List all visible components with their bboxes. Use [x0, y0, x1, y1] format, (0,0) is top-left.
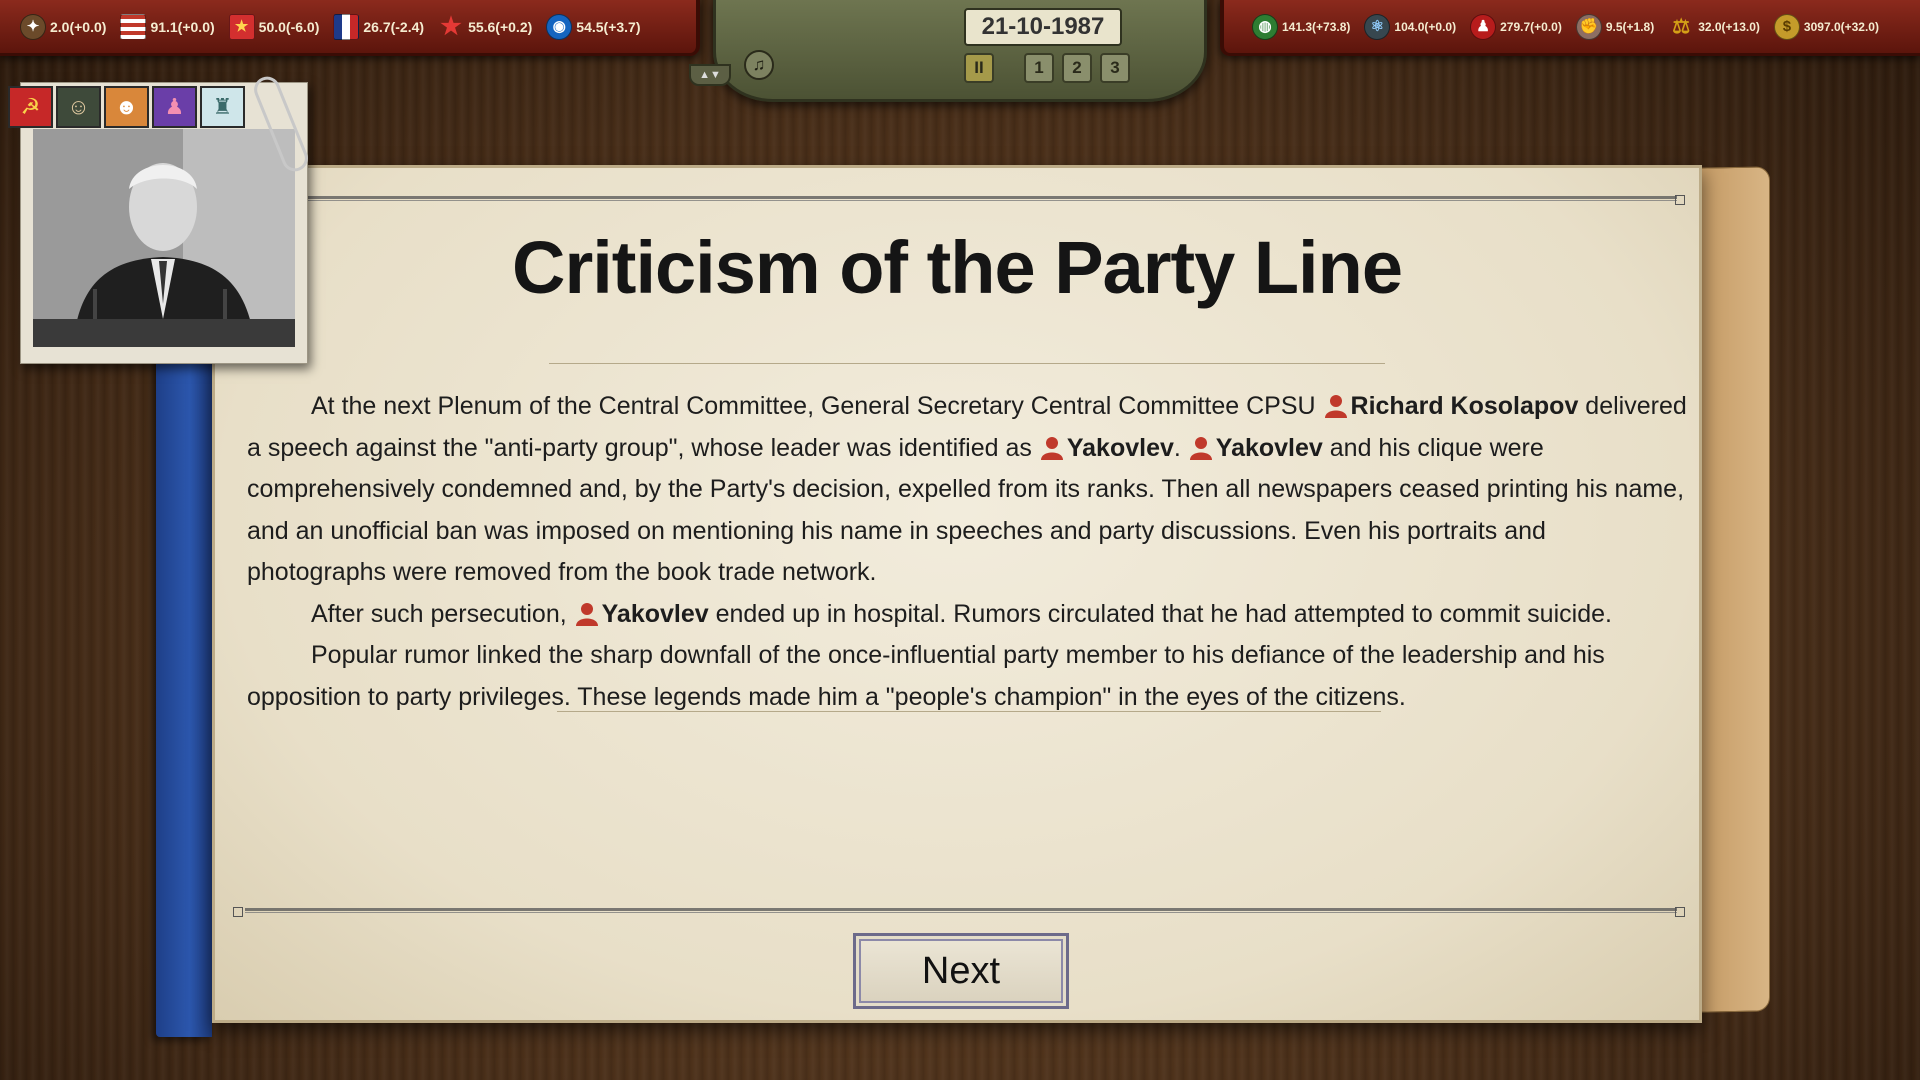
stat-science[interactable]: ⚛ 104.0(+0.0): [1364, 13, 1457, 40]
stat-value: 26.7(-2.4): [363, 18, 425, 35]
text: After such persecution,: [311, 599, 574, 628]
worker-cap-icon[interactable]: ☻: [104, 86, 149, 128]
stat-value: 54.5(+3.7): [576, 18, 641, 35]
world-icon: ◍: [1252, 13, 1278, 40]
speed-controls: II 1 2 3: [964, 51, 1130, 85]
pause-button[interactable]: II: [964, 53, 994, 83]
stat-world[interactable]: ◍ 141.3(+73.8): [1252, 13, 1351, 40]
next-button[interactable]: Next: [853, 933, 1069, 1009]
stat-money[interactable]: $3097.0(+32.0): [1773, 13, 1879, 40]
speed-1-button[interactable]: 1: [1024, 53, 1054, 83]
red-stamp-icon[interactable]: ☭: [8, 86, 53, 128]
music-icon[interactable]: ♫: [744, 50, 774, 80]
current-date: 21-10-1987: [964, 8, 1122, 46]
coins-icon: $: [1773, 13, 1800, 40]
stat-globe-badge[interactable]: ◉ 54.5(+3.7): [546, 13, 641, 40]
trait-icons: ☭ ☺ ☻ ♟ ♜: [8, 86, 245, 128]
stat-value: 104.0(+0.0): [1394, 19, 1457, 34]
collapse-arrow-icon[interactable]: ▲▼: [689, 64, 731, 86]
corner-ornament: [1675, 195, 1685, 205]
event-title: Criticism of the Party Line: [512, 226, 1403, 309]
corner-ornament: [1675, 907, 1685, 917]
paragraph-3: Popular rumor linked the sharp downfall …: [247, 641, 1605, 711]
stat-value: 9.5(+1.8): [1605, 19, 1655, 34]
person-icon: [575, 602, 598, 626]
text: .: [1173, 433, 1188, 462]
stat-value: 91.1(+0.0): [150, 18, 215, 35]
stat-china[interactable]: ★ 50.0(-6.0): [228, 13, 320, 40]
scales-icon: ⚖: [1672, 15, 1691, 38]
character-portrait: [33, 129, 295, 347]
eagle-icon: ✦: [20, 13, 46, 40]
person-icon: [1189, 436, 1212, 460]
speaker-photo: [33, 129, 295, 347]
paragraph-2: After such persecution, Yakovlev ended u…: [247, 594, 1687, 636]
person-icon: [1324, 395, 1347, 418]
book-back-cover: [1700, 166, 1770, 1013]
stat-value: 55.6(+0.2): [468, 18, 533, 35]
stat-eagle[interactable]: ✦ 2.0(+0.0): [20, 13, 107, 40]
event-page: Criticism of the Party Line At the next …: [212, 165, 1702, 1023]
globe-badge-icon: ◉: [546, 13, 573, 40]
stat-population[interactable]: ♟ 279.7(+0.0): [1470, 13, 1562, 40]
stat-value: 141.3(+73.8): [1282, 19, 1351, 34]
speed-2-button[interactable]: 2: [1062, 53, 1092, 83]
character-name[interactable]: Yakovlev: [602, 600, 709, 628]
character-name[interactable]: Yakovlev: [1067, 434, 1174, 462]
stat-value: 2.0(+0.0): [50, 18, 107, 35]
event-description: At the next Plenum of the Central Commit…: [247, 386, 1687, 718]
stat-fist[interactable]: ✊ 9.5(+1.8): [1575, 13, 1655, 40]
people-icon: ♟: [1470, 13, 1497, 40]
top-rule: [245, 196, 1677, 201]
bearded-man-icon[interactable]: ☺: [56, 86, 101, 128]
text: ended up in hospital. Rumors circulated …: [708, 599, 1612, 628]
character-name[interactable]: Richard Kosolapov: [1351, 392, 1579, 420]
text: At the next Plenum of the Central Commit…: [311, 392, 1323, 420]
corner-ornament: [233, 907, 243, 917]
speed-3-button[interactable]: 3: [1100, 53, 1130, 83]
bottom-rule: [245, 908, 1677, 913]
stat-value: 279.7(+0.0): [1500, 19, 1562, 34]
factory-icon[interactable]: ♜: [200, 86, 245, 128]
stat-france[interactable]: 26.7(-2.4): [333, 13, 425, 40]
china-flag-icon: ★: [228, 13, 255, 40]
stat-usa[interactable]: 91.1(+0.0): [120, 13, 215, 40]
stat-value: 50.0(-6.0): [258, 18, 320, 35]
top-bar-right: ◍ 141.3(+73.8) ⚛ 104.0(+0.0) ♟ 279.7(+0.0) …: [1220, 0, 1920, 56]
pink-figure-icon[interactable]: ♟: [152, 86, 197, 128]
france-flag-icon: [333, 13, 360, 40]
fist-icon: ✊: [1575, 13, 1602, 40]
stat-value: 3097.0(+32.0): [1803, 19, 1879, 34]
red-star-icon: ★: [440, 12, 462, 40]
stat-value: 32.0(+13.0): [1698, 19, 1760, 34]
paragraph-1: At the next Plenum of the Central Commit…: [247, 386, 1687, 594]
stat-red-star[interactable]: ★ 55.6(+0.2): [438, 14, 532, 40]
date-panel: ▲▼ ♫ 21-10-1987 II 1 2 3: [689, 0, 1207, 102]
atom-icon: ⚛: [1364, 13, 1391, 40]
stat-justice[interactable]: ⚖ 32.0(+13.0): [1668, 14, 1760, 40]
top-bar-left: ✦ 2.0(+0.0) 91.1(+0.0) ★ 50.0(-6.0) 26.7(-…: [0, 0, 700, 56]
character-name[interactable]: Yakovlev: [1216, 434, 1323, 462]
title-divider: [549, 363, 1385, 364]
text-divider: [557, 711, 1381, 712]
person-icon: [1040, 436, 1063, 460]
usa-flag-icon: [120, 13, 147, 40]
